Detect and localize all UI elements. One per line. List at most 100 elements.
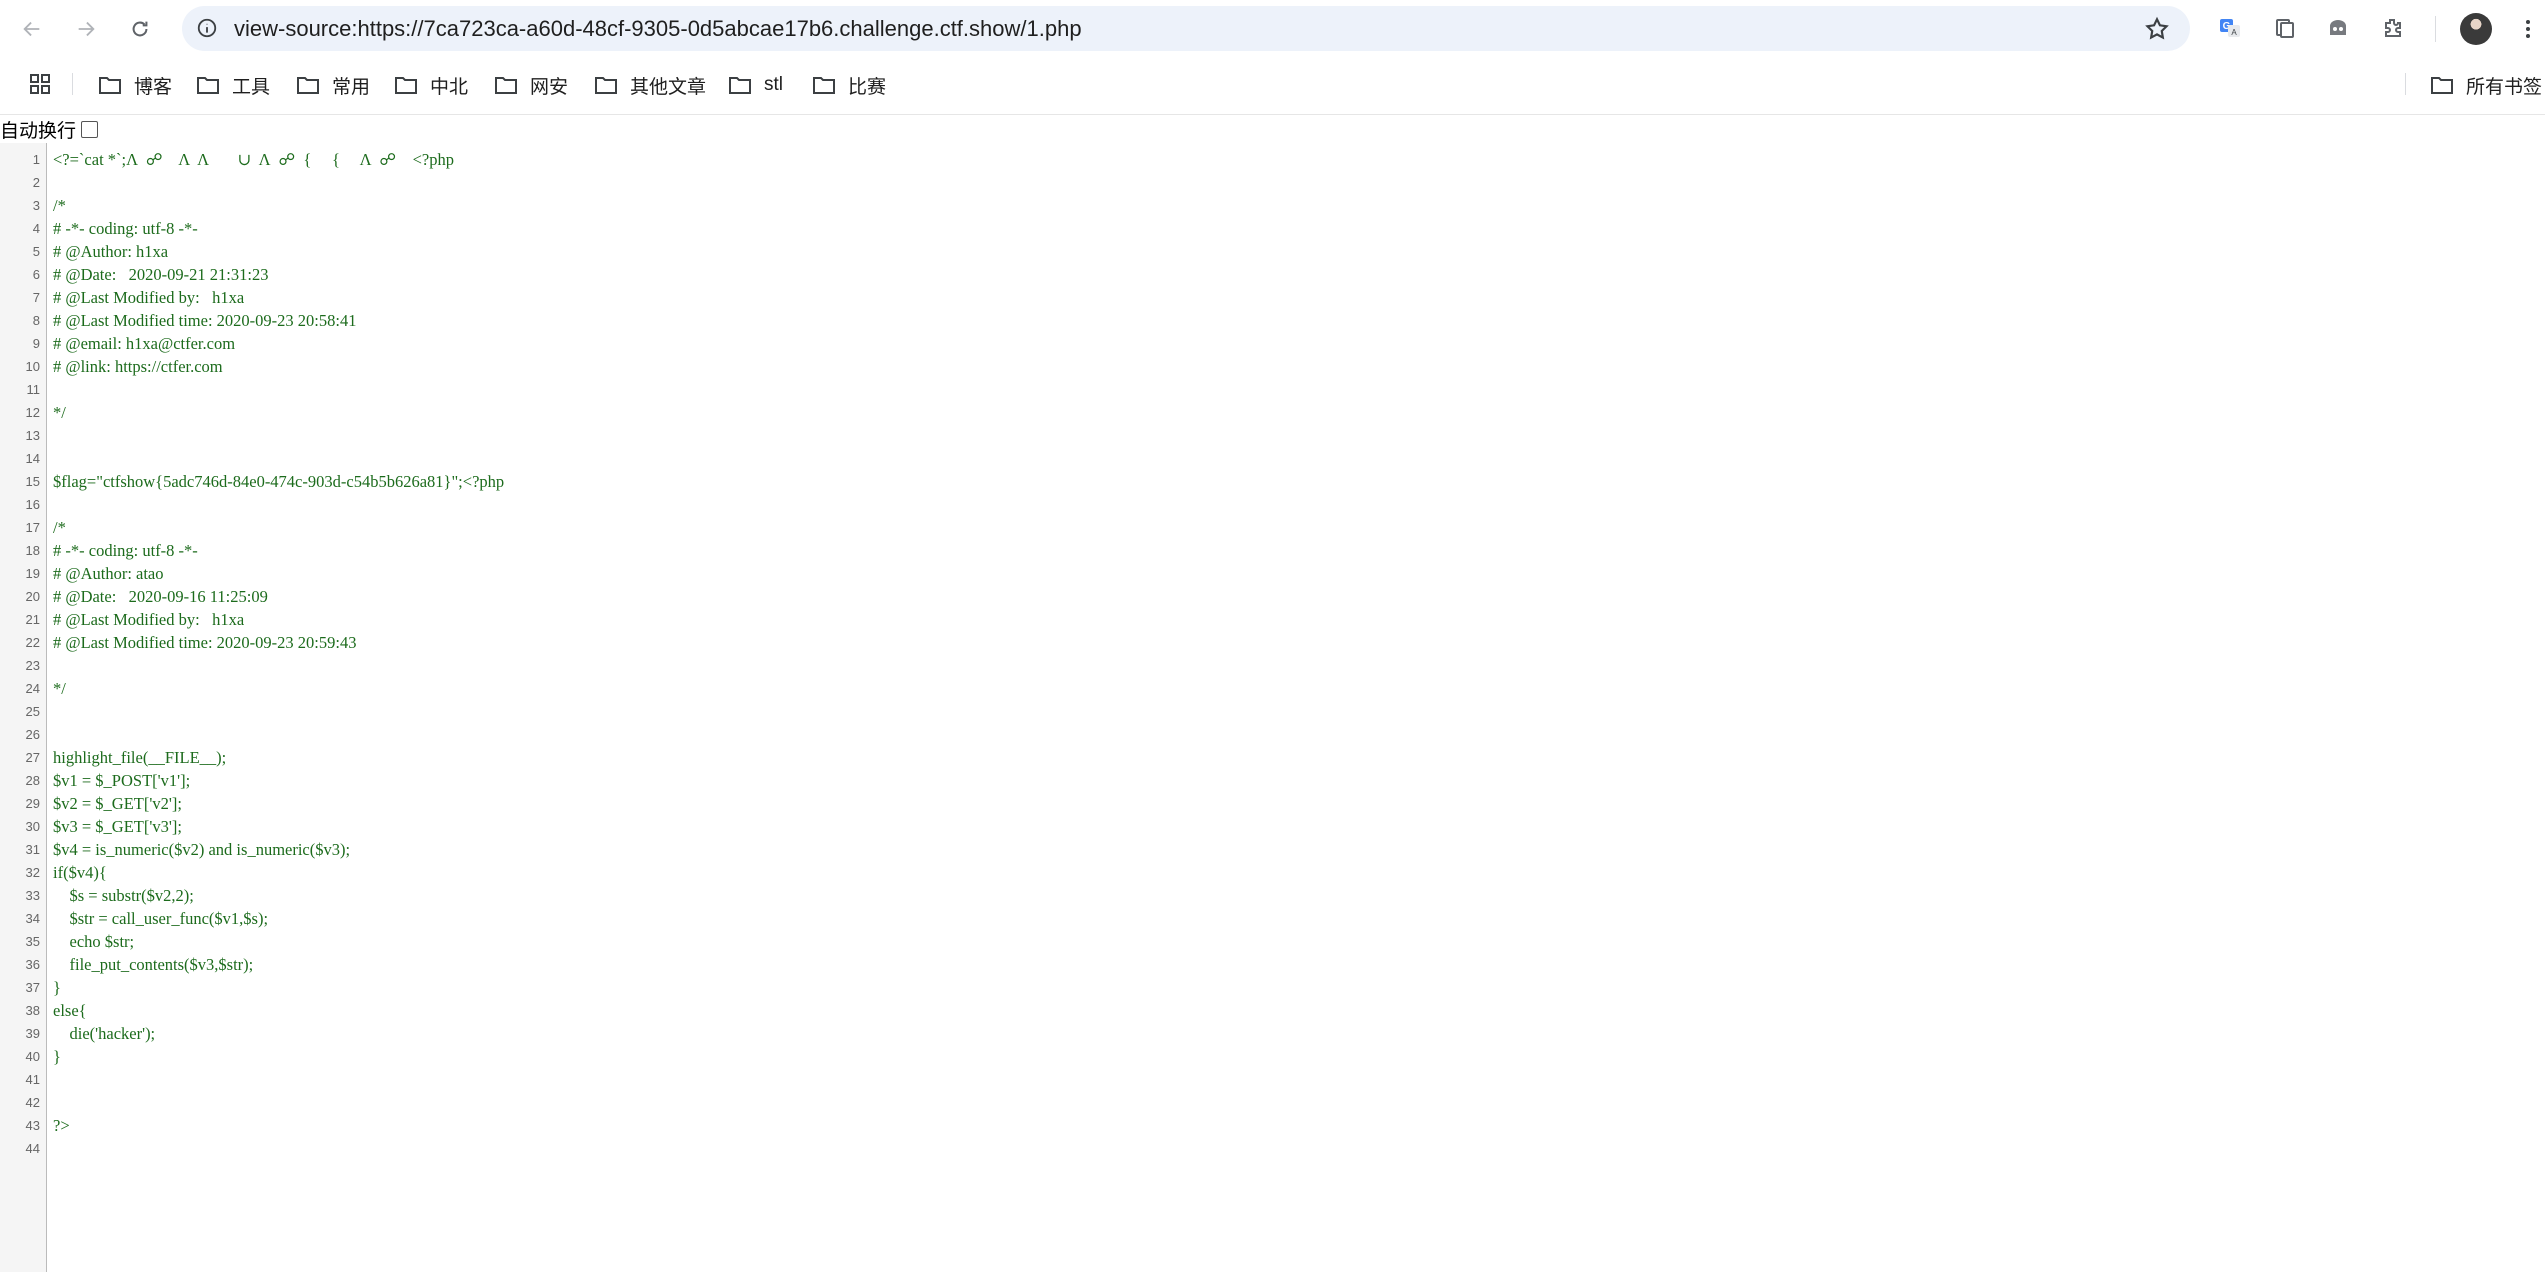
- svg-text:A: A: [2231, 28, 2237, 37]
- line-number: 23: [25, 658, 40, 673]
- line-text: # @Author: atao: [53, 564, 164, 583]
- line-text: else{: [53, 1001, 87, 1020]
- line-wrap-toggle[interactable]: 自动换行: [0, 115, 99, 143]
- bookmark-folder-0[interactable]: 博客: [98, 68, 172, 102]
- bookmark-label: 网安: [530, 76, 569, 98]
- document-icon[interactable]: [2270, 13, 2300, 43]
- folder-icon: [297, 77, 319, 94]
- bookmark-label: 比赛: [848, 76, 887, 98]
- bookmarks-divider: [72, 73, 73, 95]
- line-number: 44: [25, 1141, 40, 1156]
- line-text: # @Last Modified by: h1xa: [53, 610, 245, 629]
- bookmark-folder-2[interactable]: 常用: [296, 68, 370, 102]
- address-bar[interactable]: view-source:https://7ca723ca-a60d-48cf-9…: [182, 6, 2190, 51]
- line-number: 1: [32, 152, 40, 167]
- profile-avatar[interactable]: [2460, 13, 2492, 45]
- line-text: # -*- coding: utf-8 -*-: [53, 541, 198, 560]
- line-number: 25: [25, 704, 40, 719]
- line-text: # -*- coding: utf-8 -*-: [53, 219, 198, 238]
- line-text: }: [53, 978, 61, 997]
- line-number: 15: [25, 474, 40, 489]
- line-text: $s = substr($v2,2);: [53, 886, 194, 905]
- menu-dots-icon[interactable]: [2518, 13, 2538, 45]
- line-number: 12: [25, 405, 40, 420]
- line-number: 11: [26, 382, 41, 397]
- line-number: 13: [25, 428, 40, 443]
- line-number: 28: [25, 773, 40, 788]
- all-bookmarks-folder[interactable]: 所有书签: [2430, 68, 2542, 102]
- bookmark-star-icon[interactable]: [2144, 16, 2170, 42]
- line-number: 20: [25, 589, 40, 604]
- line-text: <?=`cat *`;Λ ☍ Λ Λ ∪ Λ ☍ { { Λ ☍ <?php: [53, 150, 454, 169]
- back-arrow-icon[interactable]: [16, 13, 48, 45]
- bookmark-folder-5[interactable]: 其他文章: [594, 68, 706, 102]
- bookmark-folder-1[interactable]: 工具: [196, 68, 270, 102]
- line-number: 7: [32, 290, 40, 305]
- forward-arrow-icon[interactable]: [70, 13, 102, 45]
- line-number: 33: [25, 888, 40, 903]
- line-number: 43: [25, 1118, 40, 1133]
- translate-icon[interactable]: GA: [2215, 13, 2245, 43]
- folder-icon: [729, 77, 751, 94]
- line-number: 8: [32, 313, 40, 328]
- line-number: 21: [25, 612, 40, 627]
- bookmark-label: 其他文章: [630, 76, 707, 98]
- site-info-icon[interactable]: [196, 17, 218, 39]
- line-number: 18: [25, 543, 40, 558]
- bookmark-folder-4[interactable]: 网安: [494, 68, 568, 102]
- line-text: $flag="ctfshow{5adc746d-84e0-474c-903d-c…: [53, 472, 505, 491]
- line-text: # @Date: 2020-09-16 11:25:09: [53, 587, 268, 606]
- folder-icon: [395, 77, 417, 94]
- reload-icon[interactable]: [124, 13, 156, 45]
- url-text[interactable]: view-source:https://7ca723ca-a60d-48cf-9…: [234, 6, 1082, 51]
- line-text: $v2 = $_GET['v2'];: [53, 794, 182, 813]
- line-number: 26: [25, 727, 40, 742]
- line-text: $v4 = is_numeric($v2) and is_numeric($v3…: [53, 840, 351, 859]
- bookmark-folder-3[interactable]: 中北: [394, 68, 468, 102]
- folder-icon: [595, 77, 617, 94]
- line-text: # @Author: h1xa: [53, 242, 169, 261]
- line-number: 41: [25, 1072, 40, 1087]
- line-number: 10: [25, 359, 40, 374]
- line-text: */: [53, 403, 66, 422]
- line-text: # @Last Modified time: 2020-09-23 20:59:…: [53, 633, 357, 652]
- line-number: 6: [32, 267, 40, 282]
- line-number: 4: [32, 221, 40, 236]
- line-text: file_put_contents($v3,$str);: [53, 955, 254, 974]
- line-text: echo $str;: [53, 932, 135, 951]
- bookmark-folder-7[interactable]: 比赛: [812, 68, 886, 102]
- bookmark-label: stl: [764, 74, 783, 95]
- line-number: 36: [25, 957, 40, 972]
- line-text: /*: [53, 196, 66, 215]
- line-text: # @email: h1xa@ctfer.com: [53, 334, 236, 353]
- line-number: 2: [32, 175, 40, 190]
- apps-grid-icon[interactable]: [28, 72, 52, 96]
- bookmark-folder-6[interactable]: stl: [728, 68, 783, 102]
- line-number: 31: [25, 842, 40, 857]
- line-number: 32: [25, 865, 40, 880]
- bookmark-label: 博客: [134, 76, 173, 98]
- line-text: }: [53, 1047, 61, 1066]
- line-text: $str = call_user_func($v1,$s);: [53, 909, 269, 928]
- extensions-icon[interactable]: [2377, 13, 2407, 43]
- bookmark-label: 中北: [430, 76, 469, 98]
- line-number: 40: [25, 1049, 40, 1064]
- line-number: 29: [25, 796, 40, 811]
- bookmarks-bar: 博客 工具 常用 中北 网安 其他文章 stl 比赛 所有书签: [0, 58, 2545, 115]
- line-number: 19: [25, 566, 40, 581]
- toolbar-divider: [2435, 16, 2436, 42]
- folder-icon: [2431, 77, 2453, 94]
- browser-toolbar: view-source:https://7ca723ca-a60d-48cf-9…: [0, 0, 2545, 58]
- bookmark-label: 工具: [232, 76, 271, 98]
- line-text: ?>: [53, 1116, 70, 1135]
- line-text: highlight_file(__FILE__);: [53, 748, 227, 767]
- line-text: $v1 = $_POST['v1'];: [53, 771, 191, 790]
- folder-icon: [197, 77, 219, 94]
- line-text: /*: [53, 518, 66, 537]
- line-wrap-checkbox[interactable]: [81, 120, 99, 138]
- folder-icon: [495, 77, 517, 94]
- line-number: 39: [25, 1026, 40, 1041]
- line-number: 42: [25, 1095, 40, 1110]
- ghost-icon[interactable]: [2323, 13, 2353, 43]
- line-number: 22: [25, 635, 40, 650]
